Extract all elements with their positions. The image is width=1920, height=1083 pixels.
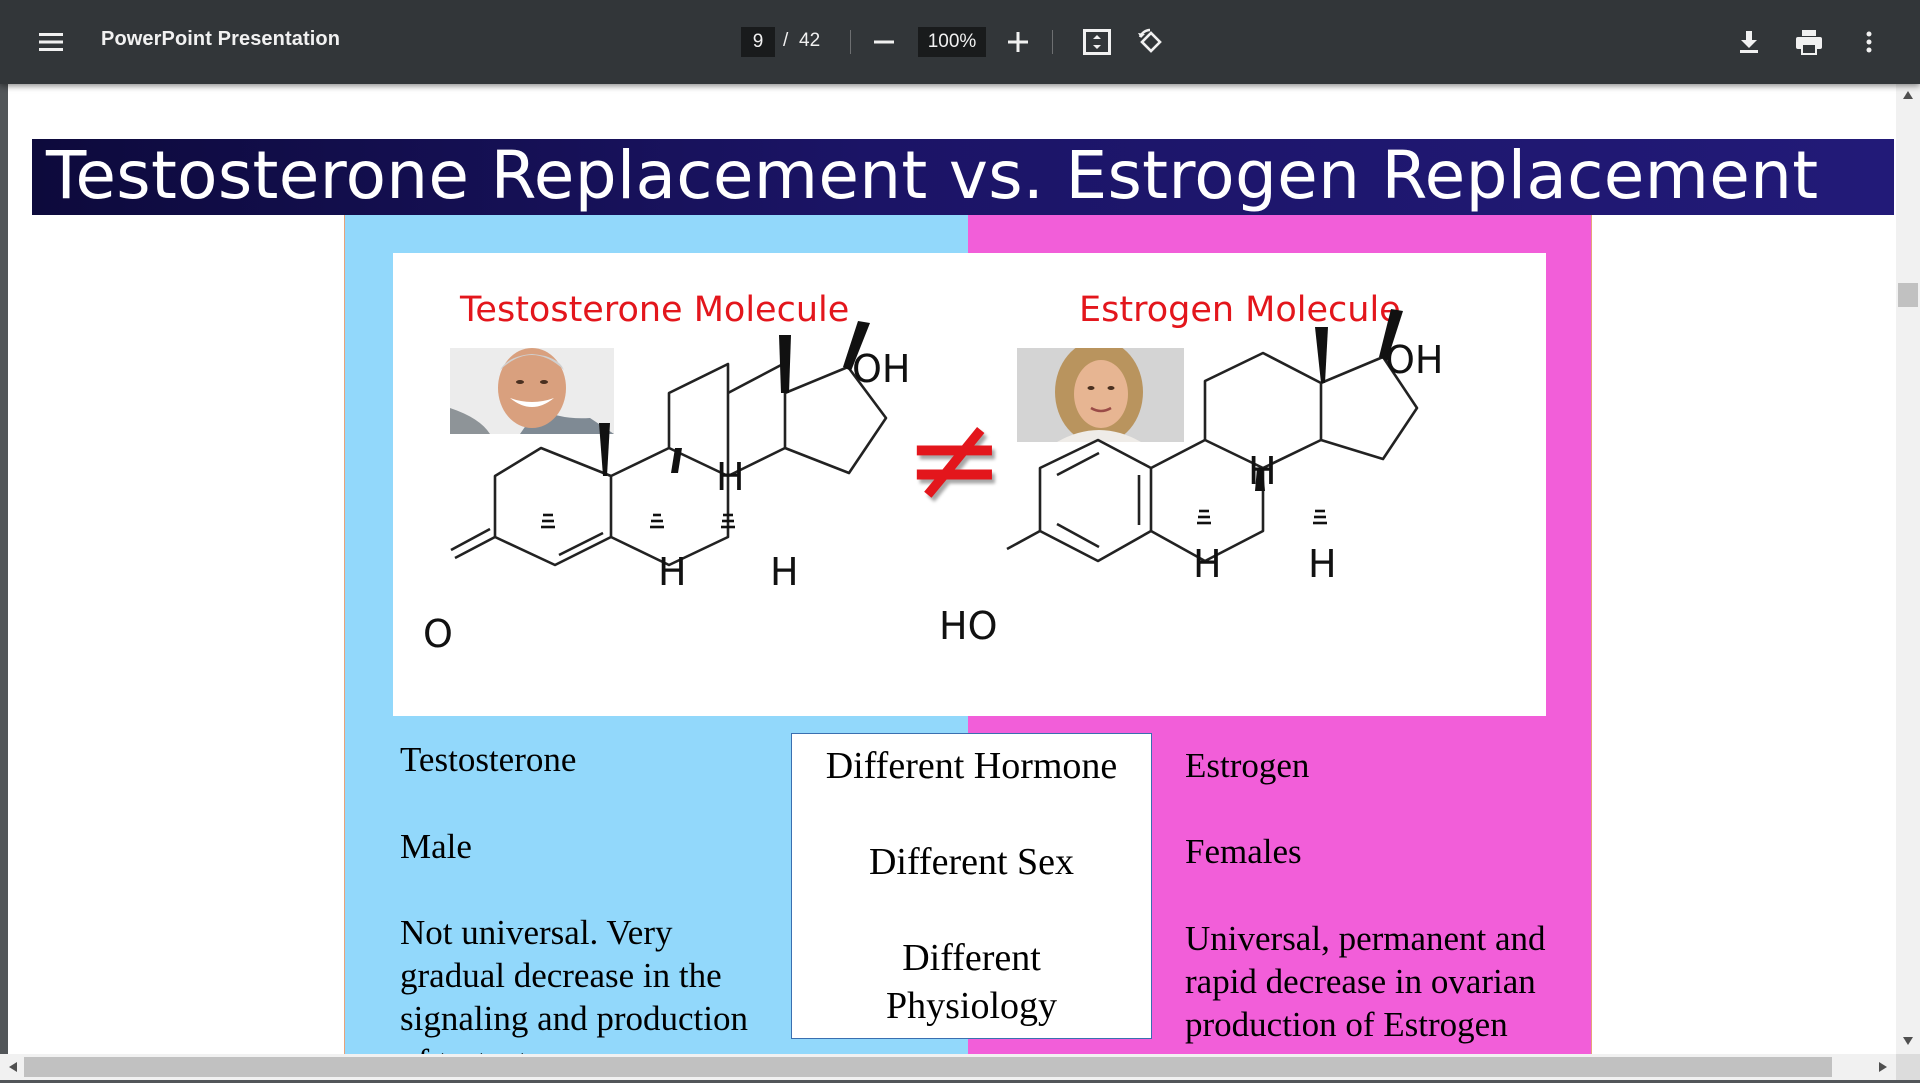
viewport-gutter (0, 84, 8, 1054)
estrogen-description-line: Universal, permanent and (1185, 919, 1546, 958)
vertical-scrollbar-thumb[interactable] (1898, 283, 1918, 307)
hamburger-menu-icon[interactable] (31, 22, 71, 62)
difference-hormone: Different Hormone (825, 745, 1118, 787)
testosterone-description-line: Not universal. Very (400, 913, 673, 952)
difference-sex: Different Sex (868, 841, 1075, 883)
minus-icon[interactable] (864, 22, 904, 62)
atom-label-h: H (1308, 542, 1337, 586)
page-total: 42 (799, 30, 821, 51)
atom-label-h: H (658, 550, 687, 594)
scroll-up-arrow-icon[interactable] (1902, 90, 1914, 100)
vertical-scrollbar[interactable] (1896, 84, 1920, 1054)
testosterone-sex: Male (400, 827, 472, 866)
estrogen-sex: Females (1185, 832, 1302, 871)
toolbar-divider (1052, 30, 1053, 54)
testosterone-description-line: gradual decrease in the (400, 956, 722, 995)
testosterone-description-line: signaling and production (400, 999, 749, 1038)
atom-label-ho: HO (939, 604, 998, 648)
atom-label-oh: OH (1385, 338, 1444, 382)
estrogen-heading: Estrogen (1185, 746, 1310, 785)
not-equal-symbol: ≠ (904, 390, 1005, 529)
atom-label-h: H (770, 550, 799, 594)
atom-label-h: H (1193, 542, 1222, 586)
difference-physiology-line: Physiology (885, 985, 1058, 1027)
rotate-icon[interactable] (1131, 22, 1171, 62)
atom-label-o: O (423, 612, 453, 656)
atom-label-oh: OH (852, 347, 911, 391)
scroll-right-arrow-icon[interactable] (1878, 1061, 1888, 1073)
more-vertical-icon[interactable] (1849, 22, 1889, 62)
scroll-down-arrow-icon[interactable] (1902, 1036, 1914, 1046)
pdf-toolbar: PowerPoint Presentation 9 / 42 100% (0, 0, 1920, 84)
atom-label-h: H (1248, 449, 1277, 493)
download-icon[interactable] (1729, 22, 1769, 62)
fit-to-page-icon[interactable] (1077, 22, 1117, 62)
difference-box: Different Hormone Different Sex Differen… (791, 733, 1152, 1039)
zoom-level-input[interactable]: 100% (918, 27, 986, 57)
testosterone-heading: Testosterone (400, 740, 577, 779)
scrollbar-corner (1896, 1054, 1920, 1080)
estrogen-description-line: rapid decrease in ovarian (1185, 962, 1536, 1001)
page-separator: / (783, 30, 789, 51)
slide-title: Testosterone Replacement vs. Estrogen Re… (46, 137, 1819, 214)
plus-icon[interactable] (998, 22, 1038, 62)
print-icon[interactable] (1789, 22, 1829, 62)
document-title: PowerPoint Presentation (101, 28, 341, 50)
atom-label-h: H (716, 455, 745, 499)
estrogen-description-line: production of Estrogen (1185, 1005, 1508, 1044)
toolbar-divider (850, 30, 851, 54)
difference-physiology-line: Different (902, 937, 1041, 979)
horizontal-scrollbar-thumb[interactable] (24, 1057, 1832, 1077)
page-number-input[interactable]: 9 (741, 27, 775, 57)
scroll-left-arrow-icon[interactable] (8, 1061, 18, 1073)
